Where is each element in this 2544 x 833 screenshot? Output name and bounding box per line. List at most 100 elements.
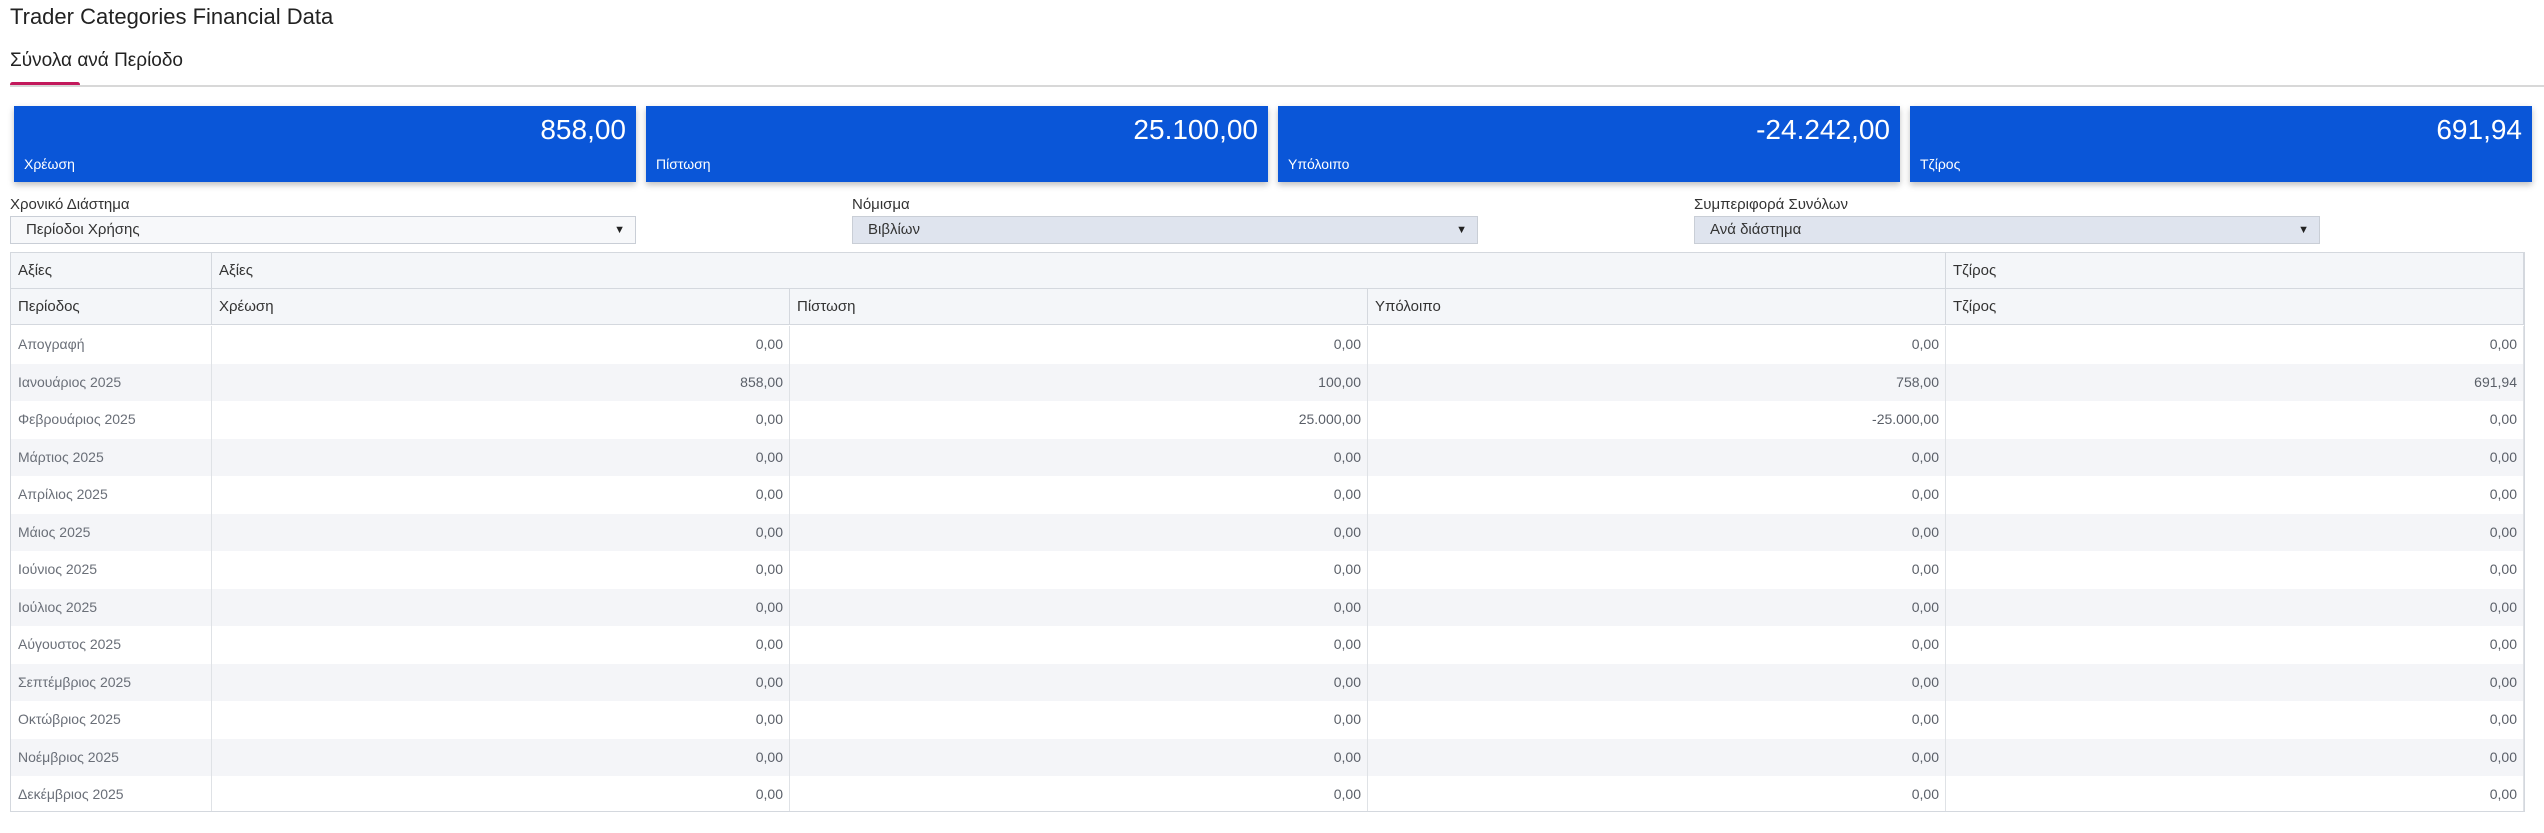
cell-turnover: 0,00 (1946, 401, 2524, 439)
cell-credit: 0,00 (790, 738, 1368, 776)
cell-turnover: 0,00 (1946, 663, 2524, 701)
cell-debit: 0,00 (212, 701, 790, 739)
column-header-turnover[interactable]: Τζίρος (1946, 289, 2524, 325)
cell-credit: 100,00 (790, 363, 1368, 401)
table-row[interactable]: Δεκέμβριος 2025 0,00 0,00 0,00 0,00 (11, 776, 2524, 811)
cell-credit: 0,00 (790, 551, 1368, 589)
cell-credit: 0,00 (790, 776, 1368, 811)
cell-credit: 0,00 (790, 626, 1368, 664)
cell-period: Φεβρουάριος 2025 (11, 401, 212, 439)
cell-balance: 0,00 (1368, 663, 1946, 701)
cell-debit: 0,00 (212, 513, 790, 551)
cell-debit: 858,00 (212, 363, 790, 401)
table-row[interactable]: Μάρτιος 2025 0,00 0,00 0,00 0,00 (11, 438, 2524, 476)
cell-credit: 25.000,00 (790, 401, 1368, 439)
cell-period: Οκτώβριος 2025 (11, 701, 212, 739)
cell-period: Απρίλιος 2025 (11, 476, 212, 514)
filter-currency-label: Νόμισμα (852, 196, 910, 213)
cell-balance: 0,00 (1368, 776, 1946, 811)
cell-period: Δεκέμβριος 2025 (11, 776, 212, 811)
behavior-select-value: Ανά διάστημα (1710, 221, 1802, 238)
cell-turnover: 0,00 (1946, 438, 2524, 476)
cell-debit: 0,00 (212, 663, 790, 701)
filter-currency: Νόμισμα Βιβλίων ▼ (852, 196, 1478, 244)
cell-period: Ιούλιος 2025 (11, 588, 212, 626)
currency-select[interactable]: Βιβλίων ▼ (852, 216, 1478, 244)
cell-balance: 0,00 (1368, 701, 1946, 739)
table-row[interactable]: Απρίλιος 2025 0,00 0,00 0,00 0,00 (11, 476, 2524, 514)
cell-turnover: 0,00 (1946, 588, 2524, 626)
period-select-value: Περίοδοι Χρήσης (26, 221, 140, 238)
card-label: Υπόλοιπο (1288, 156, 1350, 172)
column-header-credit[interactable]: Πίστωση (790, 289, 1368, 325)
filter-period-label: Χρονικό Διάστημα (10, 196, 130, 213)
cell-debit: 0,00 (212, 738, 790, 776)
table-row[interactable]: Αύγουστος 2025 0,00 0,00 0,00 0,00 (11, 626, 2524, 664)
caret-down-icon: ▼ (1456, 224, 1467, 236)
summary-card-credit: 25.100,00 Πίστωση (646, 106, 1268, 182)
group-header-axes[interactable]: Αξίες (11, 253, 212, 289)
card-value: 858,00 (540, 114, 626, 145)
column-header-balance[interactable]: Υπόλοιπο (1368, 289, 1946, 325)
cell-balance: -25.000,00 (1368, 401, 1946, 439)
cell-period: Απογραφή (11, 326, 212, 364)
caret-down-icon: ▼ (2298, 224, 2309, 236)
cell-balance: 0,00 (1368, 588, 1946, 626)
cell-balance: 0,00 (1368, 326, 1946, 364)
group-header-turnover[interactable]: Τζίρος (1946, 253, 2524, 289)
cell-debit: 0,00 (212, 776, 790, 811)
cell-credit: 0,00 (790, 438, 1368, 476)
card-value: -24.242,00 (1756, 114, 1890, 145)
cell-turnover: 0,00 (1946, 701, 2524, 739)
cell-period: Νοέμβριος 2025 (11, 738, 212, 776)
cell-credit: 0,00 (790, 513, 1368, 551)
table-row[interactable]: Ιανουάριος 2025 858,00 100,00 758,00 691,94 (11, 363, 2524, 401)
table-row[interactable]: Οκτώβριος 2025 0,00 0,00 0,00 0,00 (11, 701, 2524, 739)
card-label: Πίστωση (656, 156, 711, 172)
table-row[interactable]: Σεπτέμβριος 2025 0,00 0,00 0,00 0,00 (11, 663, 2524, 701)
cell-credit: 0,00 (790, 701, 1368, 739)
cell-debit: 0,00 (212, 588, 790, 626)
cell-credit: 0,00 (790, 663, 1368, 701)
cell-debit: 0,00 (212, 326, 790, 364)
summary-card-balance: -24.242,00 Υπόλοιπο (1278, 106, 1900, 182)
caret-down-icon: ▼ (614, 224, 625, 236)
cell-period: Σεπτέμβριος 2025 (11, 663, 212, 701)
cell-debit: 0,00 (212, 401, 790, 439)
table-row[interactable]: Μάιος 2025 0,00 0,00 0,00 0,00 (11, 513, 2524, 551)
table-row[interactable]: Φεβρουάριος 2025 0,00 25.000,00 -25.000,00 0… (11, 401, 2524, 439)
cell-balance: 0,00 (1368, 476, 1946, 514)
tab-totals-per-period[interactable]: Σύνολα ανά Περίοδο (10, 50, 183, 72)
filter-behavior-label: Συμπεριφορά Συνόλων (1694, 196, 1848, 213)
table-row[interactable]: Απογραφή 0,00 0,00 0,00 0,00 (11, 326, 2524, 364)
cell-debit: 0,00 (212, 438, 790, 476)
column-header-debit[interactable]: Χρέωση (212, 289, 790, 325)
card-value: 691,94 (2436, 114, 2522, 145)
cell-period: Αύγουστος 2025 (11, 626, 212, 664)
cell-balance: 0,00 (1368, 513, 1946, 551)
column-header-period[interactable]: Περίοδος (11, 289, 212, 325)
cell-period: Μάιος 2025 (11, 513, 212, 551)
financial-data-grid: Αξίες Αξίες Τζίρος Περίοδος Χρέωση Πίστω… (10, 252, 2525, 812)
cell-period: Μάρτιος 2025 (11, 438, 212, 476)
cell-debit: 0,00 (212, 476, 790, 514)
filter-period: Χρονικό Διάστημα Περίοδοι Χρήσης ▼ (10, 196, 636, 244)
cell-turnover: 0,00 (1946, 551, 2524, 589)
table-row[interactable]: Ιούλιος 2025 0,00 0,00 0,00 0,00 (11, 588, 2524, 626)
table-row[interactable]: Ιούνιος 2025 0,00 0,00 0,00 0,00 (11, 551, 2524, 589)
group-header-row: Αξίες Αξίες Τζίρος (11, 253, 2524, 289)
cell-turnover: 0,00 (1946, 326, 2524, 364)
cell-turnover: 0,00 (1946, 513, 2524, 551)
group-header-values[interactable]: Αξίες (212, 253, 1946, 289)
cell-balance: 0,00 (1368, 551, 1946, 589)
table-row[interactable]: Νοέμβριος 2025 0,00 0,00 0,00 0,00 (11, 738, 2524, 776)
period-select[interactable]: Περίοδοι Χρήσης ▼ (10, 216, 636, 244)
cell-credit: 0,00 (790, 476, 1368, 514)
cell-turnover: 0,00 (1946, 626, 2524, 664)
cell-balance: 0,00 (1368, 626, 1946, 664)
cell-period: Ιανουάριος 2025 (11, 363, 212, 401)
cell-balance: 758,00 (1368, 363, 1946, 401)
behavior-select[interactable]: Ανά διάστημα ▼ (1694, 216, 2320, 244)
page-title: Trader Categories Financial Data (10, 4, 334, 29)
card-label: Χρέωση (24, 156, 75, 172)
